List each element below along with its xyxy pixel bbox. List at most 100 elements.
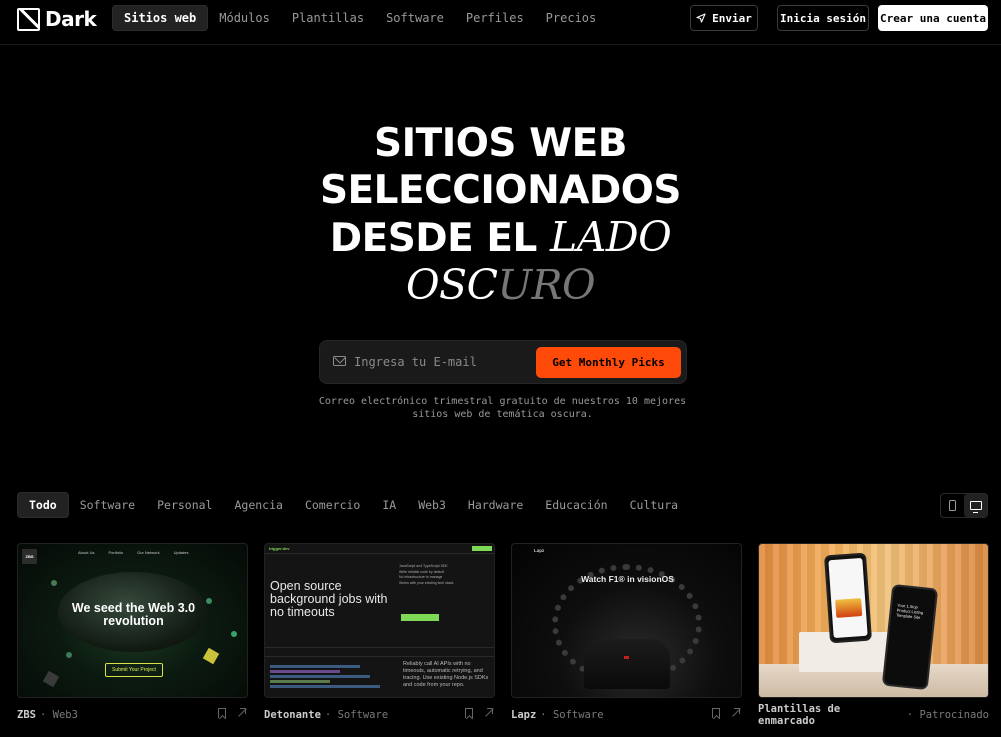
filter-software[interactable]: Software: [69, 492, 146, 518]
card-category-label: Patrocinado: [919, 709, 989, 721]
car-tail-light: [624, 656, 629, 659]
code-line: [270, 670, 340, 673]
trigger-logo: trigger.dev: [269, 546, 290, 551]
card-title[interactable]: Lapz: [511, 709, 536, 721]
hero-title-desde-el: DESDE EL: [329, 216, 538, 261]
filter-personal[interactable]: Personal: [146, 492, 223, 518]
zbs-nav-item: Portfolio: [108, 550, 124, 555]
filter-educacion[interactable]: Educación: [534, 492, 618, 518]
card-category-label: Software: [552, 709, 604, 721]
card-actions: [218, 708, 246, 718]
card-actions: [465, 708, 493, 718]
card-category-label: Software: [337, 709, 389, 721]
zbs-token-icon: [51, 580, 57, 586]
filter-ia[interactable]: IA: [371, 492, 407, 518]
filter-web3[interactable]: Web3: [407, 492, 457, 518]
email-input[interactable]: [354, 351, 534, 373]
card-category: · Web3: [39, 709, 78, 721]
site-card-zbs[interactable]: ZBS About Us Portfolio Our Network Updat…: [17, 543, 248, 698]
trigger-feature: Works with your existing tech stack: [399, 580, 454, 585]
card-title[interactable]: Plantillas de enmarcado: [758, 703, 903, 727]
get-monthly-picks-button[interactable]: Get Monthly Picks: [536, 347, 681, 378]
submit-site-button[interactable]: Enviar: [690, 5, 758, 31]
card-category: · Software: [324, 709, 389, 721]
trigger-headline: Open source background jobs with no time…: [270, 579, 388, 619]
zbs-headline: We seed the Web 3.0 revolution: [18, 602, 247, 628]
site-card-detonante[interactable]: trigger.dev Open source background jobs …: [264, 543, 495, 698]
zbs-badge: ZBS: [22, 549, 37, 564]
nav-link-software[interactable]: Software: [375, 5, 455, 31]
login-button[interactable]: Inicia sesión: [777, 5, 869, 31]
nav-link-sitios-web[interactable]: Sitios web: [112, 5, 209, 31]
hero-title-uro: URO: [497, 261, 596, 309]
main-nav: Sitios web Módulos Plantillas Software P…: [112, 5, 607, 31]
site-card-meta-lapz: Lapz · Software: [511, 708, 742, 722]
zbs-token-icon: [42, 670, 60, 688]
nav-link-perfiles[interactable]: Perfiles: [455, 5, 535, 31]
site-card-meta-plantillas: Plantillas de enmarcado · Patrocinado: [758, 703, 989, 727]
external-link-icon[interactable]: [483, 708, 493, 718]
zbs-token-icon: [202, 647, 220, 665]
hero-title-lado: LADO: [549, 213, 672, 261]
nav-link-modulos[interactable]: Módulos: [208, 5, 281, 31]
card-actions: [712, 708, 740, 718]
site-card-lapz[interactable]: Lapz Watch F1® in visionOS: [511, 543, 742, 698]
lapz-headline: Watch F1® in visionOS: [581, 574, 674, 584]
zbs-nav-item: About Us: [78, 550, 95, 555]
dark-logo-icon: [17, 7, 40, 31]
category-filters: Todo Software Personal Agencia Comercio …: [17, 492, 689, 518]
filter-comercio[interactable]: Comercio: [294, 492, 371, 518]
hero-title: SITIOS WEB SELECCIONADOS DESDE EL LADO O…: [0, 120, 1001, 310]
filter-hardware[interactable]: Hardware: [457, 492, 534, 518]
trigger-preview-topbar: trigger.dev: [265, 544, 494, 554]
code-line: [270, 675, 370, 678]
filter-cultura[interactable]: Cultura: [619, 492, 689, 518]
filter-todo[interactable]: Todo: [17, 492, 69, 518]
external-link-icon[interactable]: [236, 708, 246, 718]
code-line: [270, 665, 360, 668]
trigger-description: Reliably call AI APIs with no timeouts, …: [403, 661, 489, 688]
mobile-view-button[interactable]: [941, 494, 964, 517]
nav-link-plantillas[interactable]: Plantillas: [281, 5, 375, 31]
trigger-feature-list: JavaScript and TypeScript SDK Write reli…: [399, 564, 489, 586]
newsletter-note: Correo electrónico trimestral gratuito d…: [318, 396, 687, 420]
signup-button[interactable]: Crear una cuenta: [878, 5, 988, 31]
card-category: · Software: [540, 709, 604, 721]
hero-title-line-4: OSCURO: [0, 262, 1001, 310]
card-category-label: Web3: [52, 709, 78, 721]
bookmark-icon[interactable]: [712, 708, 720, 718]
external-link-icon[interactable]: [730, 708, 740, 718]
trigger-topbar-button: [472, 546, 492, 551]
zbs-headline-line-2: revolution: [103, 614, 164, 628]
bookmark-icon[interactable]: [218, 708, 226, 718]
lapz-logo: Lapz: [534, 548, 545, 553]
card-category: · Patrocinado: [906, 709, 989, 721]
card-title[interactable]: Detonante: [264, 709, 321, 721]
hero-title-osc: OSC: [405, 261, 498, 309]
zbs-submit-project-button: Submit Your Project: [105, 663, 163, 677]
trigger-get-started-button: [401, 614, 439, 621]
phone-screen-image: [835, 598, 863, 618]
nav-link-precios[interactable]: Precios: [535, 5, 608, 31]
site-card-meta-zbs: ZBS · Web3: [17, 708, 248, 722]
filter-agencia[interactable]: Agencia: [223, 492, 293, 518]
zbs-token-icon: [66, 652, 72, 658]
trigger-preview-tabs: [265, 647, 494, 657]
trigger-code-snippet: [270, 663, 390, 697]
newsletter-form: Get Monthly Picks: [319, 340, 687, 384]
send-icon: [696, 13, 706, 23]
card-title[interactable]: ZBS: [17, 709, 36, 721]
site-card-plantillas-de-enmarcado[interactable]: Your 1,Stop Product Listing Template Sit…: [758, 543, 989, 698]
f1-car-image: [584, 639, 670, 689]
mail-icon: [333, 356, 346, 366]
phone-screen: [828, 557, 868, 639]
zbs-nav-item: Updates: [173, 550, 189, 555]
site-card-meta-detonante: Detonante · Software: [264, 708, 495, 722]
view-toggle: [940, 493, 988, 518]
desktop-view-button[interactable]: [964, 494, 987, 517]
zbs-token-icon: [231, 631, 237, 637]
bookmark-icon[interactable]: [465, 708, 473, 718]
brand-logo[interactable]: Dark: [17, 7, 97, 31]
code-line: [270, 680, 330, 683]
hero-title-line-2: SELECCIONADOS: [319, 168, 682, 213]
